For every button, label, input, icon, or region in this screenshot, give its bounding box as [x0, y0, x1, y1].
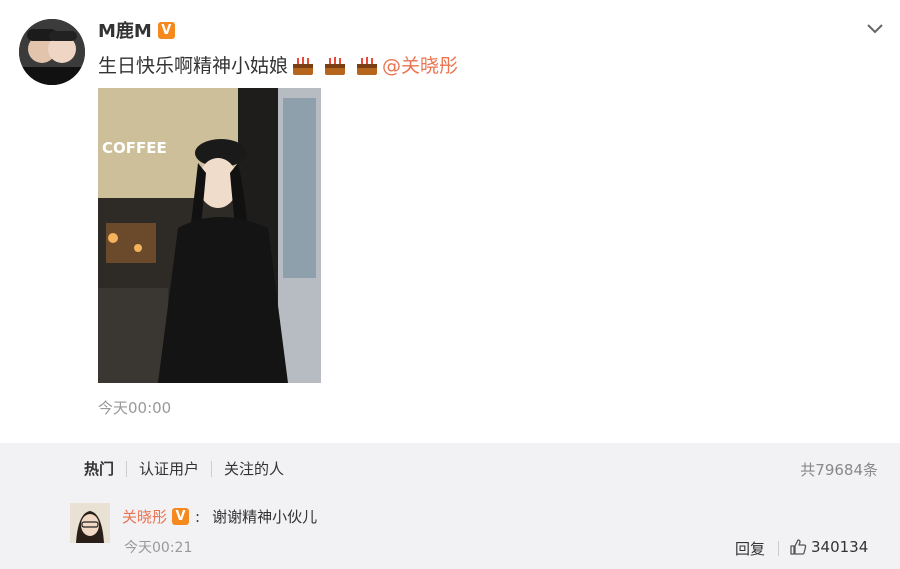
post-time: 今天00:00: [98, 399, 172, 417]
cake-icon: [325, 56, 346, 75]
comment-line: 关晓彤 V : 谢谢精神小伙儿: [122, 506, 317, 527]
weibo-post: M鹿M V 生日快乐啊精神小姑娘 @关晓彤 COFFEE 今天00:00: [0, 0, 900, 443]
cake-icon: [293, 56, 314, 75]
tab-verified-users[interactable]: 认证用户: [127, 458, 211, 479]
chevron-down-icon[interactable]: [866, 22, 884, 36]
author-name[interactable]: M鹿M V: [98, 17, 175, 43]
verified-badge-icon: V: [157, 21, 175, 39]
post-photo[interactable]: COFFEE: [98, 88, 321, 383]
cake-icon: [357, 56, 378, 75]
reply-button[interactable]: 回复: [735, 538, 765, 559]
like-count: 340134: [811, 538, 869, 556]
comment-time: 今天00:21: [124, 540, 193, 556]
comment-tabs: 热门 认证用户 关注的人: [84, 458, 296, 479]
coffee-sign-text: COFFEE: [102, 139, 167, 157]
thumbs-up-icon: [790, 539, 807, 555]
like-button[interactable]: 340134: [789, 538, 868, 556]
post-text-content: 生日快乐啊精神小姑娘: [98, 55, 289, 77]
author-avatar[interactable]: [19, 19, 85, 85]
post-text: 生日快乐啊精神小姑娘 @关晓彤: [98, 51, 458, 78]
author-name-text[interactable]: M鹿M: [98, 17, 152, 43]
tab-following[interactable]: 关注的人: [212, 458, 296, 479]
commenter-avatar[interactable]: [70, 503, 110, 543]
mention-link[interactable]: @关晓彤: [382, 51, 458, 78]
comment-colon: :: [195, 507, 201, 526]
comment-text: 谢谢精神小伙儿: [212, 508, 318, 526]
comments-section: 热门 认证用户 关注的人 共79684条 关晓彤 V : 谢谢精神小伙儿 今天0…: [0, 443, 900, 569]
action-divider: [778, 541, 779, 556]
verified-badge-icon: V: [172, 508, 190, 525]
commenter-name[interactable]: 关晓彤: [122, 506, 167, 527]
tab-hot[interactable]: 热门: [84, 458, 126, 479]
comment-count: 共79684条: [800, 461, 878, 479]
